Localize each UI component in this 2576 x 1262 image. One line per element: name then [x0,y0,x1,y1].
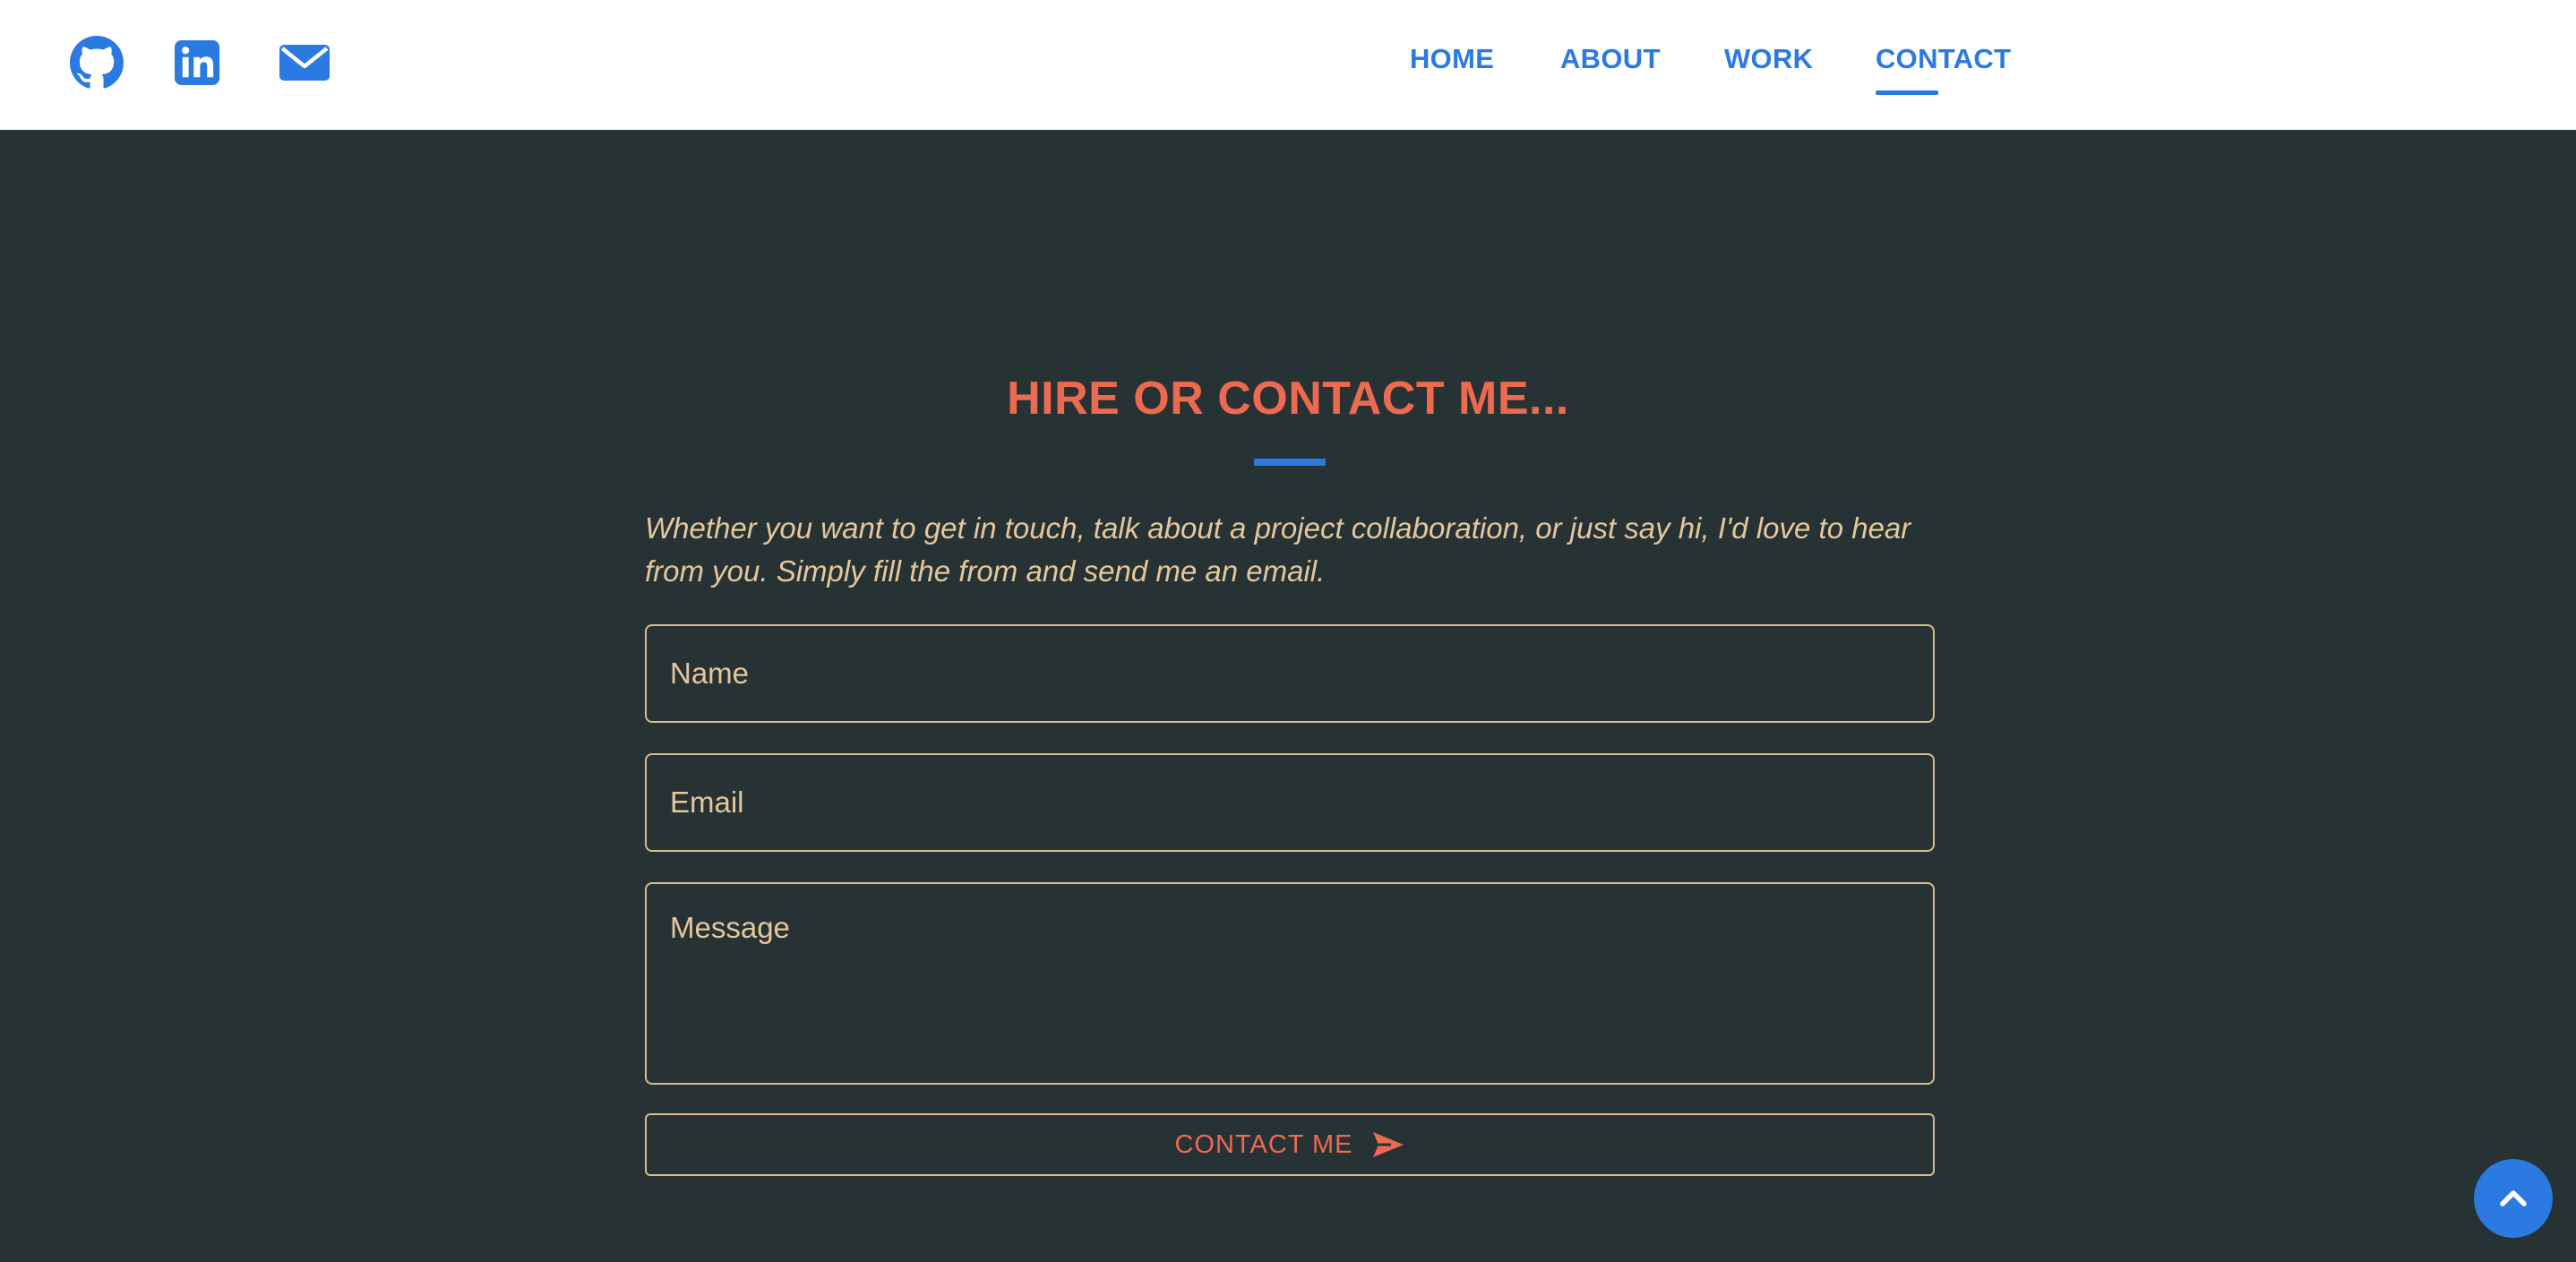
linkedin-icon [175,40,219,85]
title-divider [1254,459,1326,466]
chevron-up-icon [2500,1190,2527,1206]
contact-me-label: CONTACT ME [1174,1129,1353,1159]
name-input[interactable] [645,624,1935,723]
github-icon [70,36,124,89]
contact-me-button[interactable]: CONTACT ME [645,1113,1935,1176]
envelope-icon [279,45,330,81]
nav-contact[interactable]: CONTACT [1876,41,2011,77]
nav-home[interactable]: HOME [1410,41,1494,77]
contact-intro-text: Whether you want to get in touch, talk a… [645,511,1911,588]
nav-work[interactable]: WORK [1724,41,1813,77]
email-input[interactable] [645,753,1935,852]
email-link[interactable] [276,36,333,90]
linkedin-link[interactable] [170,36,224,90]
github-link[interactable] [70,36,124,90]
top-navbar: HOME ABOUT WORK CONTACT [0,0,2576,130]
nav-about[interactable]: ABOUT [1560,41,1661,77]
scroll-to-top-button[interactable] [2474,1159,2553,1238]
section-title: HIRE OR CONTACT ME... [1007,373,1569,425]
active-nav-indicator [1876,90,1938,95]
message-textarea[interactable] [645,882,1935,1085]
paper-plane-icon [1372,1132,1404,1157]
contact-section: HIRE OR CONTACT ME... Whether you want t… [0,130,2576,1262]
